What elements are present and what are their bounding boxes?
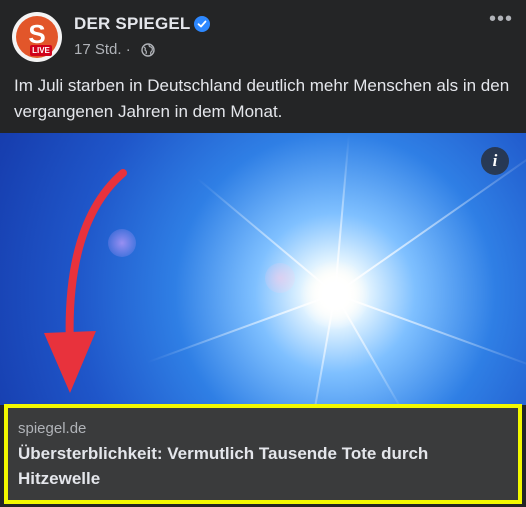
avatar-letter: S [28, 19, 46, 49]
link-preview[interactable]: spiegel.de Übersterblichkeit: Vermutlich… [4, 404, 522, 504]
verified-badge-icon [194, 16, 210, 32]
page-avatar[interactable]: S LIVE [12, 12, 62, 62]
link-domain: spiegel.de [18, 420, 87, 437]
post-image[interactable]: i [0, 133, 526, 405]
facebook-post: S LIVE DER SPIEGEL 17 Std. · ••• Im Juli… [0, 0, 526, 507]
more-options-icon[interactable]: ••• [489, 9, 513, 29]
post-text: Im Juli starben in Deutschland deutlich … [14, 76, 510, 121]
red-arrow-annotation [44, 169, 127, 393]
post-header: S LIVE DER SPIEGEL 17 Std. · ••• [0, 0, 526, 66]
avatar-live-badge: LIVE [30, 45, 52, 56]
globe-icon [141, 43, 155, 57]
post-timestamp[interactable]: 17 Std. · [74, 41, 131, 58]
link-title[interactable]: Übersterblichkeit: Vermutlich Tausende T… [18, 441, 508, 491]
page-name[interactable]: DER SPIEGEL [74, 14, 191, 34]
